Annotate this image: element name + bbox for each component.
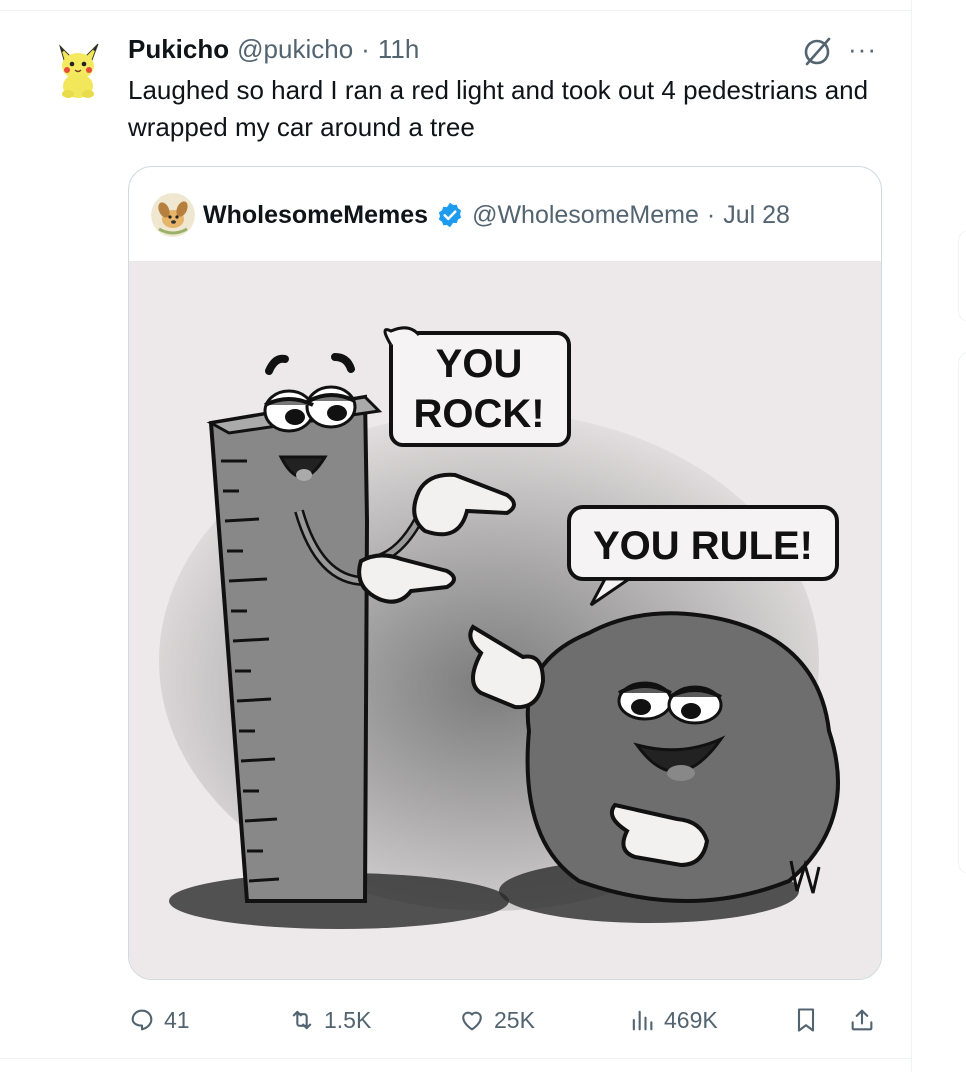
like-count: 25K (494, 1006, 535, 1033)
author-name[interactable]: Pukicho (128, 34, 229, 65)
quoted-tweet-date[interactable]: Jul 28 (723, 201, 790, 230)
reply-icon (131, 1009, 153, 1031)
share-button[interactable] (848, 1000, 876, 1040)
bottom-divider (0, 1058, 912, 1059)
bookmark-icon (797, 1008, 815, 1032)
sidebar-card-fragment (958, 352, 966, 874)
quoted-tweet[interactable]: WholesomeMemes @WholesomeMeme · Jul 28 Y… (128, 166, 882, 980)
sidebar-card-fragment (958, 230, 966, 322)
quoted-author-handle[interactable]: @WholesomeMeme (472, 201, 699, 230)
separator-dot: · (706, 200, 716, 229)
reply-button[interactable]: 41 (128, 1000, 190, 1040)
dog-avatar-icon (151, 193, 195, 237)
views-count: 469K (664, 1006, 718, 1033)
tweet-actions: 41 1.5K 25K 469K (128, 1000, 888, 1040)
timeline-border (911, 0, 912, 1072)
ruler-and-rock-meme: YOU ROCK! YOU RULE! (129, 261, 881, 979)
views-button[interactable]: 469K (628, 1000, 718, 1040)
views-chart-icon (632, 1010, 653, 1031)
meme-image[interactable]: YOU ROCK! YOU RULE! (129, 261, 881, 979)
quoted-tweet-header: WholesomeMemes @WholesomeMeme · Jul 28 (151, 193, 790, 237)
quoted-author-name[interactable]: WholesomeMemes (203, 201, 428, 230)
like-button[interactable]: 25K (458, 1000, 535, 1040)
bubble-text-right: YOU RULE! (593, 524, 813, 568)
pikachu-avatar-icon (46, 36, 110, 100)
speech-bubble-you-rock: YOU ROCK! (383, 326, 571, 447)
author-handle[interactable]: @pukicho (237, 34, 353, 65)
bubble-text-line1: YOU (436, 342, 523, 386)
share-icon (851, 1009, 873, 1031)
author-avatar[interactable] (46, 36, 110, 100)
repost-icon (292, 1010, 312, 1030)
tweet-text: Laughed so hard I ran a red light and to… (128, 75, 869, 142)
bookmark-button[interactable] (792, 1000, 820, 1040)
top-divider (0, 10, 912, 11)
more-options-button[interactable]: ··· (848, 34, 888, 68)
tweet-time[interactable]: 11h (378, 34, 419, 65)
repost-button[interactable]: 1.5K (288, 1000, 371, 1040)
more-icon: ··· (848, 34, 877, 64)
tweet-header: Pukicho @pukicho · 11h (128, 34, 419, 65)
verified-badge-icon (438, 202, 462, 228)
bubble-text-line2: ROCK! (413, 392, 544, 436)
separator-dot: · (361, 34, 370, 64)
reply-count: 41 (164, 1006, 190, 1033)
repost-count: 1.5K (324, 1006, 372, 1033)
heart-icon (462, 1011, 482, 1031)
quoted-author-avatar[interactable] (151, 193, 195, 237)
grok-icon[interactable] (800, 34, 834, 68)
